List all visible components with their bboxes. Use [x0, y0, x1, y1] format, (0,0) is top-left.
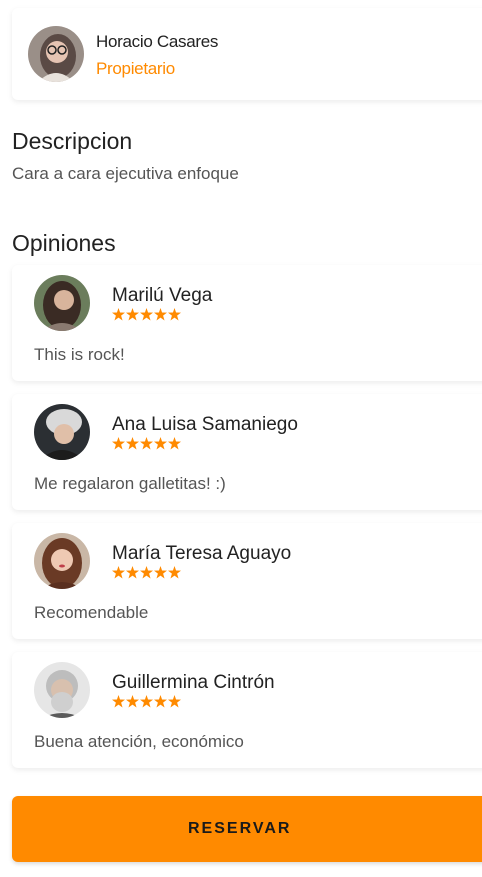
- star-icon: [168, 437, 181, 450]
- reviewer-name: Guillermina Cintrón: [112, 672, 275, 693]
- star-icon: [168, 308, 181, 321]
- star-icon: [154, 566, 167, 579]
- star-icon: [154, 437, 167, 450]
- star-icon: [112, 566, 125, 579]
- reviewer-name: Marilú Vega: [112, 285, 213, 306]
- review-card: Marilú Vega This is rock!: [12, 265, 482, 381]
- review-card: Ana Luisa Samaniego Me regalaron galleti…: [12, 394, 482, 510]
- review-comment: Buena atención, económico: [34, 732, 244, 751]
- star-icon: [126, 566, 139, 579]
- reviewer-avatar: [34, 533, 90, 589]
- rating-stars: [112, 308, 181, 321]
- reviewer-avatar: [34, 404, 90, 460]
- star-icon: [168, 566, 181, 579]
- star-icon: [140, 566, 153, 579]
- description-title: Descripcion: [12, 128, 133, 154]
- rating-stars: [112, 566, 181, 579]
- star-icon: [126, 437, 139, 450]
- owner-role: Propietario: [96, 59, 175, 78]
- reviewer-avatar: [34, 662, 90, 718]
- star-icon: [154, 308, 167, 321]
- rating-stars: [112, 437, 181, 450]
- star-icon: [126, 308, 139, 321]
- owner-name: Horacio Casares: [96, 32, 219, 51]
- star-icon: [140, 308, 153, 321]
- review-comment: Me regalaron galletitas! :): [34, 474, 226, 493]
- reviewer-avatar: [34, 275, 90, 331]
- reserve-button[interactable]: RESERVAR: [12, 796, 482, 862]
- star-icon: [168, 695, 181, 708]
- star-icon: [140, 695, 153, 708]
- description-text: Cara a cara ejecutiva enfoque: [12, 164, 239, 183]
- opinions-title: Opiniones: [12, 230, 116, 256]
- star-icon: [140, 437, 153, 450]
- review-card: María Teresa Aguayo Recomendable: [12, 523, 482, 639]
- reviewer-name: María Teresa Aguayo: [112, 543, 292, 564]
- reviewer-name: Ana Luisa Samaniego: [112, 414, 298, 435]
- owner-card: Horacio Casares Propietario: [12, 8, 482, 100]
- star-icon: [126, 695, 139, 708]
- review-comment: Recomendable: [34, 603, 149, 622]
- review-card: Guillermina Cintrón Buena atención, econ…: [12, 652, 482, 768]
- review-comment: This is rock!: [34, 345, 125, 364]
- star-icon: [112, 695, 125, 708]
- star-icon: [112, 437, 125, 450]
- star-icon: [154, 695, 167, 708]
- star-icon: [112, 308, 125, 321]
- owner-avatar: [28, 26, 84, 82]
- rating-stars: [112, 695, 181, 708]
